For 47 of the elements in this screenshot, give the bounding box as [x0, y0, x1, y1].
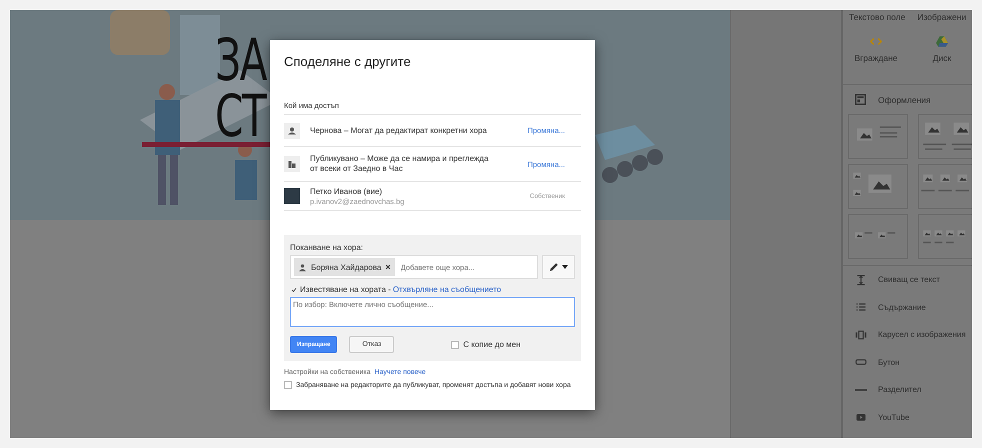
caret-icon	[562, 265, 568, 269]
avatar-placeholder	[284, 188, 300, 204]
layout-thumbnail[interactable]	[918, 214, 972, 259]
dismiss-message-link[interactable]: Отхвърляне на съобщението	[392, 285, 502, 294]
insert-text-link[interactable]: Изображени	[917, 12, 966, 22]
checkbox-label: С копие до мен	[463, 340, 520, 349]
pencil-icon	[549, 262, 559, 272]
user-name: Петко Иванов (вие)	[310, 186, 384, 196]
banner-heading: ЗА	[215, 32, 266, 88]
copy-checkbox[interactable]	[451, 340, 460, 348]
permission-button[interactable]	[542, 255, 575, 279]
building-icon	[284, 156, 300, 172]
layout-thumbnail[interactable]	[848, 214, 908, 259]
person-icon	[298, 262, 307, 272]
invite-label: Поканване на хора:	[290, 243, 364, 252]
person-icon	[284, 122, 300, 138]
divider-icon	[855, 388, 867, 391]
insert-menu-item[interactable]: YouTube	[843, 404, 972, 431]
person-chip[interactable]: Боряна Хайдарова ×	[294, 258, 395, 276]
video-icon	[855, 411, 867, 424]
dialog-title: Споделяне с другите	[284, 54, 412, 69]
remove-button[interactable]: ×	[385, 262, 391, 272]
code-icon	[870, 36, 882, 47]
banner-heading: СТ	[215, 88, 266, 144]
layout-thumbnail[interactable]	[848, 164, 908, 209]
layout-thumbnail[interactable]	[918, 114, 972, 159]
insert-button[interactable]: Вграждане	[843, 36, 909, 78]
carousel-icon	[855, 328, 867, 341]
insert-menu-item[interactable]: Разделител	[843, 376, 972, 404]
access-description: Публикувано – Може да се намира и преглежда от всеки от Заедно в Час	[310, 154, 490, 174]
checkbox-label: Известяване на хората -	[300, 285, 391, 294]
insert-text-link[interactable]: Текстово поле	[849, 12, 906, 22]
layout-thumbnail[interactable]	[848, 114, 908, 159]
layout-thumbnail[interactable]	[918, 164, 972, 209]
collapse-icon	[855, 274, 867, 286]
restrict-checkbox[interactable]	[284, 381, 292, 389]
layout-icon	[855, 94, 866, 105]
insert-menu-item[interactable]: Съдържание	[843, 294, 972, 321]
insert-menu-item[interactable]: Бутон	[843, 348, 972, 376]
triangle-icon	[936, 36, 948, 47]
insert-button[interactable]: Диск	[909, 36, 972, 78]
access-description: Чернова – Могат да редактират конкретни хора	[310, 126, 488, 136]
insert-menu-item[interactable]: Карусел с изображения	[843, 321, 972, 348]
list-icon	[855, 301, 867, 314]
notify-checkbox[interactable]	[290, 286, 298, 294]
section-heading: Оформления	[878, 94, 931, 104]
insert-menu-item[interactable]: Свиващ се текст	[843, 266, 972, 294]
